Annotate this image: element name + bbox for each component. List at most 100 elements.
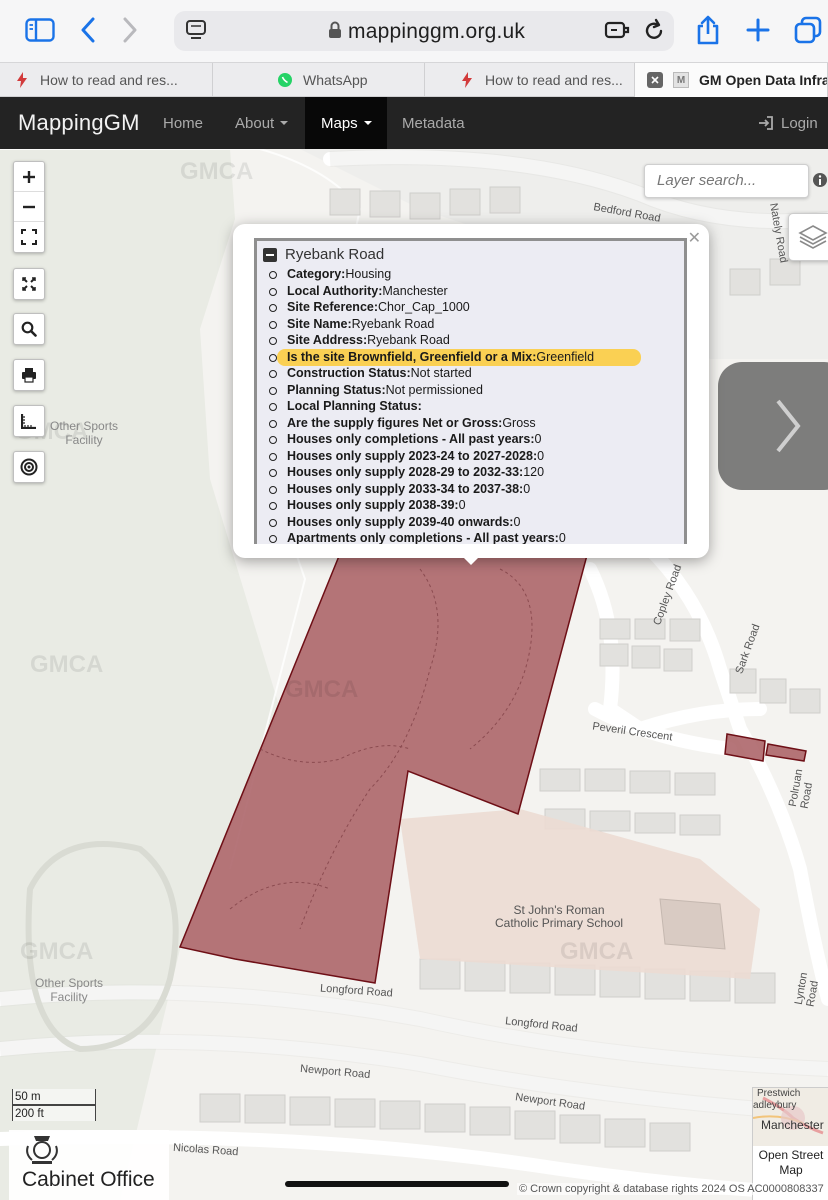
home-indicator [285, 1181, 509, 1187]
next-panel-arrow[interactable] [718, 362, 828, 490]
scale-bar: 50 m 200 ft [12, 1089, 96, 1121]
attr-item-highlighted: Is the site Brownfield, Greenfield or a … [263, 348, 684, 365]
target-icon [20, 458, 38, 476]
browser-toolbar: mappinggm.org.uk [0, 0, 828, 62]
tab-label: WhatsApp [303, 72, 368, 88]
cabinet-office-text: Cabinet Office [22, 1168, 155, 1191]
attr-item: Houses only supply 2023-24 to 2027-2028:… [263, 448, 684, 465]
whatsapp-icon [277, 72, 293, 88]
thumb-place-1: Prestwich [757, 1088, 801, 1099]
attribute-list: Category:Housing Local Authority:Manches… [263, 266, 684, 544]
site-polygon-small-1 [724, 733, 766, 762]
print-icon [22, 368, 36, 383]
nav-home[interactable]: Home [147, 97, 219, 149]
plus-icon [23, 170, 35, 183]
tab-1[interactable]: How to read and res... [0, 63, 213, 97]
tab-2[interactable]: WhatsApp [213, 63, 425, 97]
bolt-icon [14, 72, 30, 88]
zoom-extent-button[interactable] [13, 268, 45, 300]
thumb-place-2: adleybury [753, 1100, 797, 1111]
login-label: Login [781, 114, 818, 132]
reload-icon[interactable] [636, 12, 672, 48]
sidebar-icon[interactable] [22, 12, 58, 48]
svg-text:GMCA: GMCA [180, 158, 253, 185]
attr-item: Houses only completions - All past years… [263, 431, 684, 448]
info-icon[interactable] [813, 172, 827, 193]
map-canvas[interactable]: GMCA GMCA GMCA GMCA GMCA GMCA Other Spor… [0, 149, 828, 1200]
attr-item: Site Name:Ryebank Road [263, 316, 684, 333]
popup-content[interactable]: Ryebank Road Category:Housing Local Auth… [254, 238, 687, 544]
nav-about-label: About [235, 114, 275, 132]
new-tab-icon[interactable] [740, 12, 776, 48]
tab-label: GM Open Data Infra... [699, 72, 828, 88]
popup-header[interactable]: Ryebank Road [263, 246, 684, 263]
url-text: mappinggm.org.uk [348, 20, 526, 43]
tabs-overview-icon[interactable] [790, 12, 826, 48]
zoom-in-button[interactable] [14, 162, 44, 192]
close-tab-icon[interactable] [647, 72, 663, 88]
royal-crest-icon [26, 1136, 58, 1164]
attr-item: Local Planning Status: [263, 398, 684, 415]
attr-item: Construction Status:Not started [263, 365, 684, 382]
tab-label: How to read and res... [40, 72, 178, 88]
svg-text:GMCA: GMCA [285, 676, 358, 703]
popup-tip [459, 553, 483, 565]
map-label-other-sports-1: Other Sports Facility [50, 419, 119, 447]
nav-maps[interactable]: Maps [305, 97, 387, 149]
fullscreen-icon [21, 229, 37, 245]
svg-text:GMCA: GMCA [20, 938, 93, 965]
back-icon[interactable] [70, 12, 106, 48]
measure-button[interactable] [13, 405, 45, 437]
svg-text:GMCA: GMCA [30, 651, 103, 678]
attr-item: Site Address:Ryebank Road [263, 332, 684, 349]
extension-icon[interactable] [600, 12, 636, 48]
scale-imperial: 200 ft [12, 1105, 96, 1121]
caret-down-icon [280, 121, 289, 125]
layers-button[interactable] [788, 213, 828, 261]
layer-search-input[interactable]: Layer search... [644, 164, 809, 198]
forward-icon[interactable] [112, 12, 148, 48]
close-icon[interactable]: ✕ [688, 228, 701, 248]
tab-label: How to read and res... [485, 72, 623, 88]
reader-icon[interactable] [178, 12, 214, 48]
attr-item: Category:Housing [263, 266, 684, 283]
tab-3[interactable]: How to read and res... [425, 63, 635, 97]
attr-item: Planning Status:Not permissioned [263, 382, 684, 399]
attribution-text: © Crown copyright & database rights 2024… [517, 1183, 826, 1195]
attr-item: Are the supply figures Net or Gross:Gros… [263, 415, 684, 432]
nav-metadata[interactable]: Metadata [386, 97, 481, 149]
zoom-out-button[interactable] [14, 192, 44, 222]
tab-4[interactable]: M GM Open Data Infra... [635, 63, 828, 97]
nav-home-label: Home [163, 114, 204, 132]
fullscreen-button[interactable] [14, 222, 44, 252]
attr-item: Houses only supply 2039-40 onwards:0 [263, 514, 684, 531]
minus-icon [23, 205, 35, 208]
lock-icon [328, 21, 342, 44]
nav-about[interactable]: About [219, 97, 304, 149]
search-button[interactable] [13, 313, 45, 345]
collapse-icon[interactable] [263, 247, 277, 262]
zoom-extent-icon [22, 277, 36, 291]
cabinet-office-logo: Cabinet Office [9, 1130, 169, 1200]
attr-item: Apartments only completions - All past y… [263, 530, 684, 544]
map-label-school: St John's Roman Catholic Primary School [495, 903, 624, 930]
brand-logo[interactable]: MappingGM [18, 110, 140, 136]
site-favicon-icon: M [673, 72, 689, 88]
attr-item: Houses only supply 2028-29 to 2032-33:12… [263, 464, 684, 481]
site-navbar: MappingGM Home About Maps Metadata Login [0, 97, 828, 149]
bolt-icon [459, 72, 475, 88]
feature-popup: ✕ Ryebank Road Category:Housing Local Au… [233, 224, 709, 558]
svg-text:GMCA: GMCA [560, 938, 633, 965]
thumb-place-3: Manchester [761, 1118, 824, 1132]
attr-item: Houses only supply 2038-39:0 [263, 497, 684, 514]
attr-item: Local Authority:Manchester [263, 283, 684, 300]
basemap-label: Open Street Map [758, 1148, 824, 1177]
print-button[interactable] [13, 359, 45, 391]
locate-button[interactable] [13, 451, 45, 483]
login-button[interactable]: Login [742, 97, 828, 149]
attr-item: Site Reference:Chor_Cap_1000 [263, 299, 684, 316]
zoom-controls [13, 161, 45, 253]
layers-icon [798, 225, 828, 249]
search-icon [21, 321, 37, 337]
share-icon[interactable] [690, 12, 726, 48]
